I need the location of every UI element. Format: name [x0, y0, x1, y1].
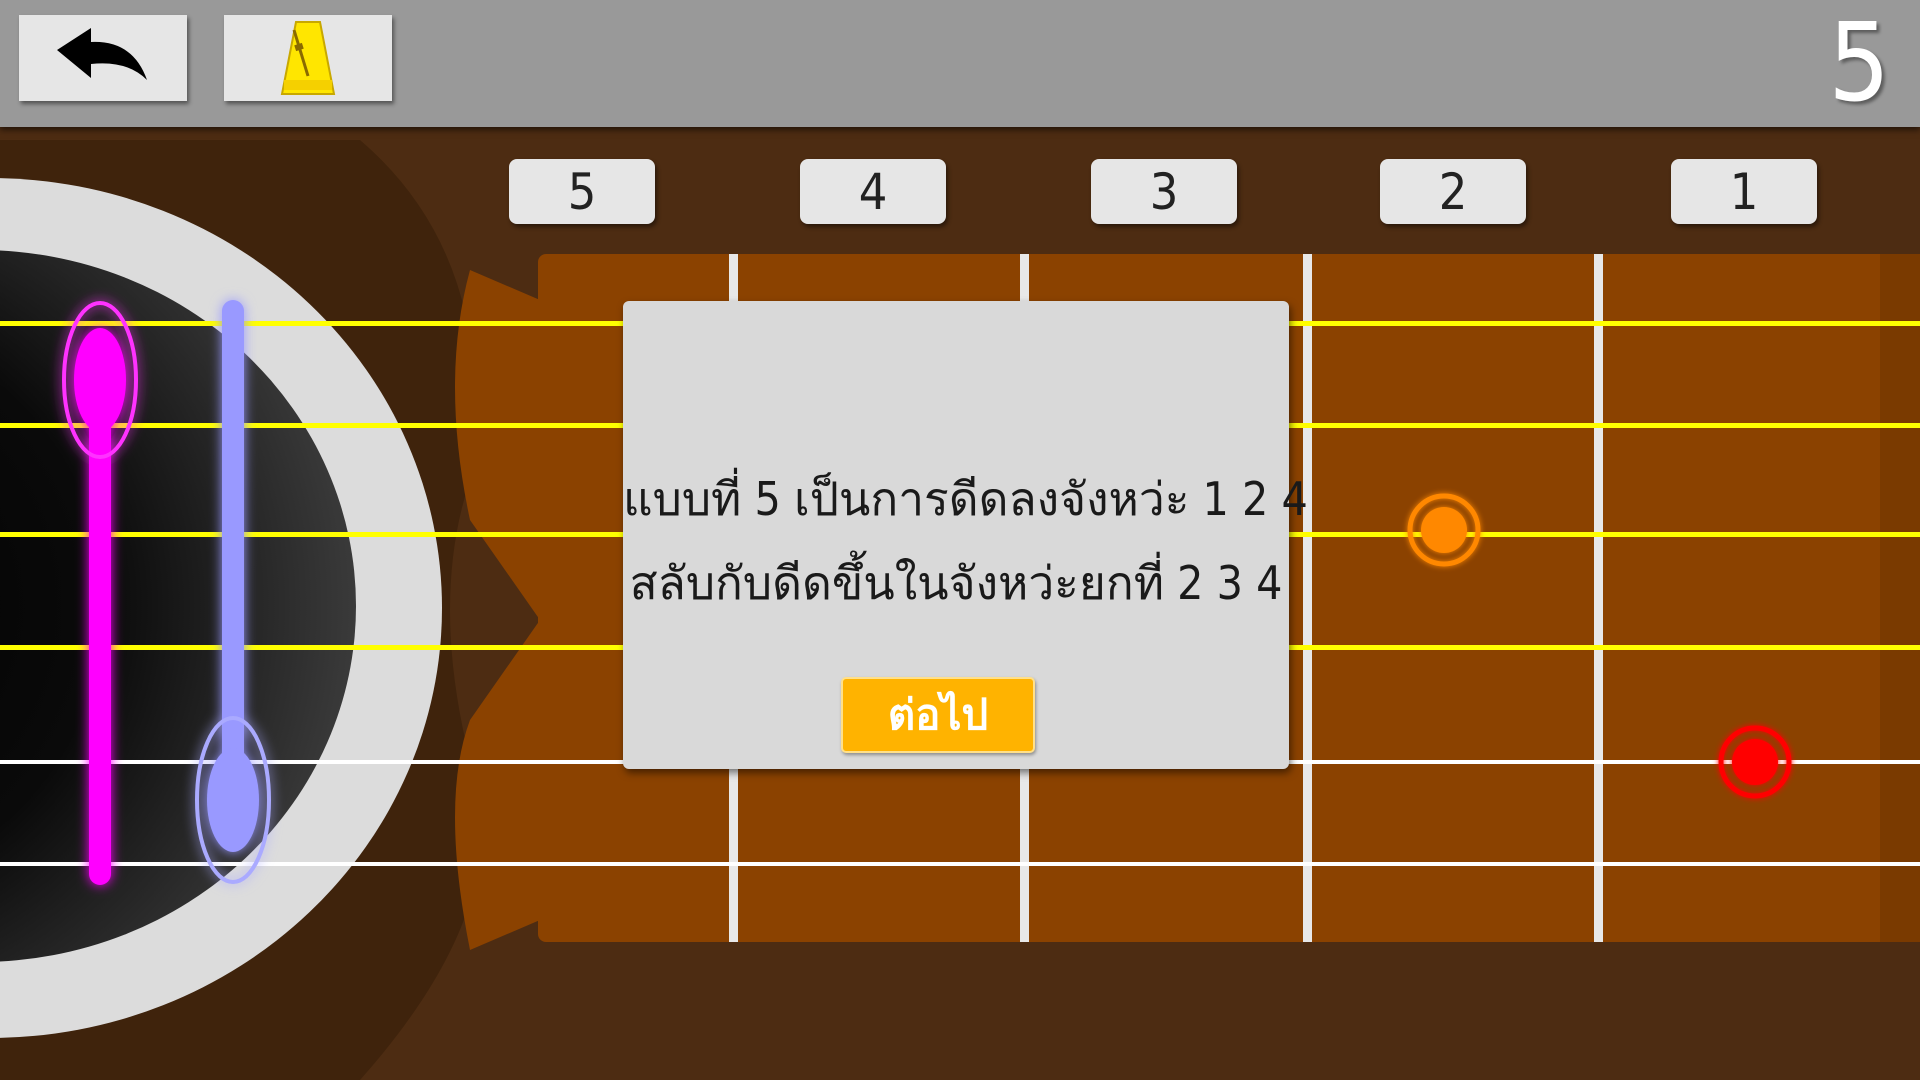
- fret-3: [1303, 254, 1312, 942]
- fret-tab-2[interactable]: 2: [1380, 159, 1526, 224]
- fret-tab-3[interactable]: 3: [1091, 159, 1237, 224]
- back-button[interactable]: [19, 15, 187, 101]
- metronome-icon: [280, 21, 336, 95]
- top-bar: 5: [0, 0, 1920, 127]
- instruction-line-2: สลับกับดีดขึ้นในจังหว่ะยกที่ 2 3 4: [629, 556, 1283, 610]
- undo-arrow-icon: [57, 28, 147, 80]
- fretboard-edge: [1880, 254, 1920, 942]
- fret-tab-4[interactable]: 4: [800, 159, 946, 224]
- level-number: 5: [1828, 1, 1890, 126]
- metronome-button[interactable]: [224, 15, 392, 101]
- fret-2: [1594, 254, 1603, 942]
- fretboard-nut: [455, 270, 540, 950]
- next-button[interactable]: ต่อไป: [841, 677, 1035, 753]
- instruction-dialog: แบบที่ 5 เป็นการดีดลงจังหว่ะ 1 2 4 สลับก…: [623, 301, 1308, 769]
- fret-tab-1[interactable]: 1: [1671, 159, 1817, 224]
- string-6: [0, 862, 1920, 866]
- instruction-line-1: แบบที่ 5 เป็นการดีดลงจังหว่ะ 1 2 4: [623, 472, 1308, 526]
- fret-tab-5[interactable]: 5: [509, 159, 655, 224]
